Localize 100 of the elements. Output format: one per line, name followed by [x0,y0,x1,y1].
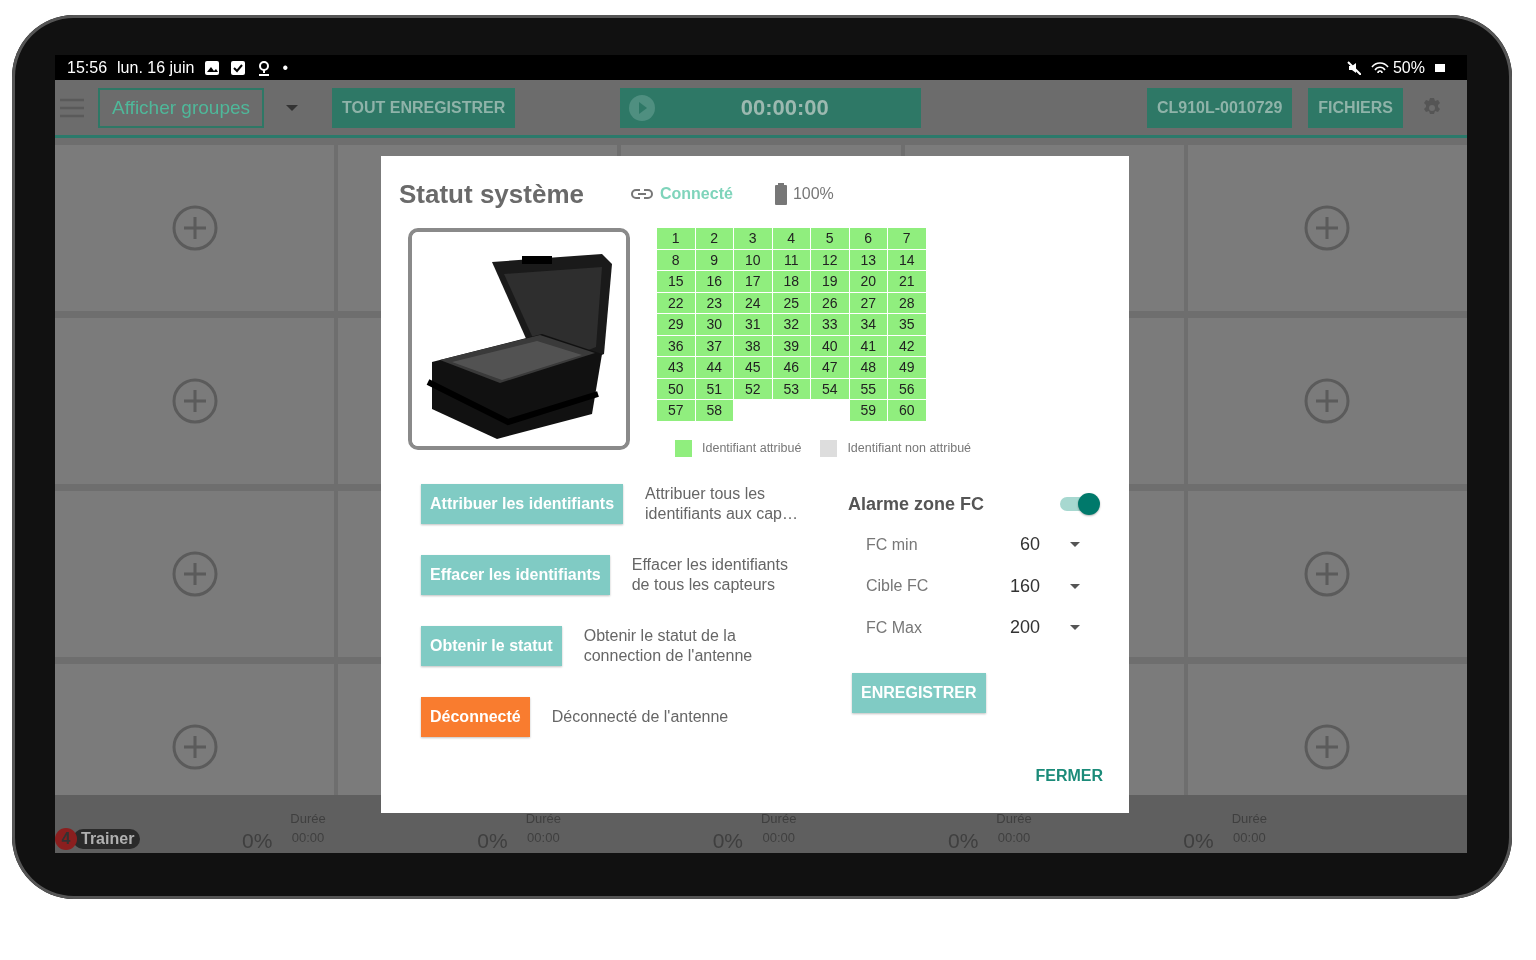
caret-icon [1070,583,1080,589]
play-icon[interactable] [628,93,657,122]
timer-display: 00:00:00 [739,94,830,121]
id-cell: 51 [695,378,733,399]
status-time: 15:56 [67,58,108,77]
id-cell: 42 [888,335,926,356]
id-cell: 50 [657,378,695,399]
id-cell: 2 [695,228,733,249]
id-cell: 47 [811,357,849,378]
status-date: lun. 16 juin [117,58,195,77]
action-description: Déconnecté de l'antenne [551,707,729,727]
add-icon[interactable] [171,724,218,770]
caret-icon [1070,625,1080,631]
alarm-label: Alarme zone FC [848,493,985,515]
action-button[interactable]: Obtenir le statut [421,626,562,666]
id-cell: 40 [811,335,849,356]
id-cell: 56 [888,378,926,399]
link-icon [629,188,654,200]
group-dropdown[interactable]: Afficher groupes [98,87,264,128]
id-cell: 23 [695,292,733,313]
action-button[interactable]: Déconnecté [421,697,530,737]
id-cell: 46 [772,357,810,378]
id-cell: 24 [734,292,772,313]
setting-label: Cible FC [866,577,930,596]
id-cell: 1 [657,228,695,249]
setting-label: FC Max [866,618,923,637]
connection-status: Connecté [659,185,733,203]
add-icon[interactable] [1304,205,1351,251]
id-cell: 10 [734,249,772,270]
id-cell: 52 [734,378,772,399]
id-cell: 59 [849,400,887,421]
id-cell: 28 [888,292,926,313]
id-cell: 18 [772,271,810,292]
id-cell: 58 [695,400,733,421]
add-icon[interactable] [171,205,218,251]
id-cell: 57 [657,400,695,421]
id-cell: 44 [695,357,733,378]
legend-label: Identifiant non attribué [847,441,972,455]
id-cell: 55 [849,378,887,399]
setting-label: FC min [866,535,919,554]
status-dot: • [282,58,289,77]
id-cell: 17 [734,271,772,292]
dialog-title: Statut système [399,178,584,210]
caret-icon [1070,542,1080,548]
legend-label: Identifiant attribué [702,441,802,455]
add-icon[interactable] [171,378,218,424]
id-cell: 34 [849,314,887,335]
logo-badge: 4 [55,828,77,850]
logo-text: Trainer [73,829,141,849]
id-cell: 9 [695,249,733,270]
battery-icon [1435,61,1445,74]
id-cell: 41 [849,335,887,356]
id-cell: 21 [888,271,926,292]
timer-bar[interactable]: 00:00:00 [620,87,922,128]
id-cell: 4 [772,228,810,249]
files-button[interactable]: FICHIERS [1308,87,1403,128]
action-button[interactable]: Effacer les identifiants [421,555,610,595]
alarm-toggle[interactable] [1060,492,1100,516]
id-cell: 22 [657,292,695,313]
battery-icon [774,183,787,205]
id-cell: 32 [772,314,810,335]
mute-icon [1346,60,1361,75]
id-cell: 38 [734,335,772,356]
id-cell: 19 [811,271,849,292]
device-button[interactable]: CL910L-0010729 [1146,87,1293,128]
id-cell: 48 [849,357,887,378]
id-cell: 53 [772,378,810,399]
id-cell: 15 [657,271,695,292]
value-dropdown[interactable]: 60 [986,534,1080,556]
battery-level: 100% [792,185,834,203]
add-icon[interactable] [171,551,218,597]
id-cell: 54 [811,378,849,399]
close-button[interactable]: FERMER [1035,767,1103,785]
id-cell: 20 [849,271,887,292]
record-all-button[interactable]: TOUT ENREGISTRER [332,87,516,128]
add-icon[interactable] [1304,724,1351,770]
action-button[interactable]: Attribuer les identifiants [421,484,624,524]
image-icon [204,59,221,76]
checkbox-icon [230,59,247,76]
id-cell: 26 [811,292,849,313]
id-cell: 12 [811,249,849,270]
id-cell: 31 [734,314,772,335]
value-dropdown[interactable]: 160 [986,575,1080,597]
caret-icon[interactable] [286,104,298,111]
id-cell: 27 [849,292,887,313]
id-cell: 33 [811,314,849,335]
id-cell: 43 [657,357,695,378]
action-description: Effacer les identifiants de tous les capteurs [631,555,789,595]
id-cell: 16 [695,271,733,292]
id-cell: 11 [772,249,810,270]
add-icon[interactable] [1304,551,1351,597]
id-cell: 35 [888,314,926,335]
value-dropdown[interactable]: 200 [986,617,1080,639]
id-cell: 36 [657,335,695,356]
id-cell: 3 [734,228,772,249]
save-button[interactable]: ENREGISTRER [852,672,986,713]
add-icon[interactable] [1304,378,1351,424]
id-cell: 7 [888,228,926,249]
id-cell: 37 [695,335,733,356]
action-description: Obtenir le statut de la connection de l'antenne [583,626,754,666]
